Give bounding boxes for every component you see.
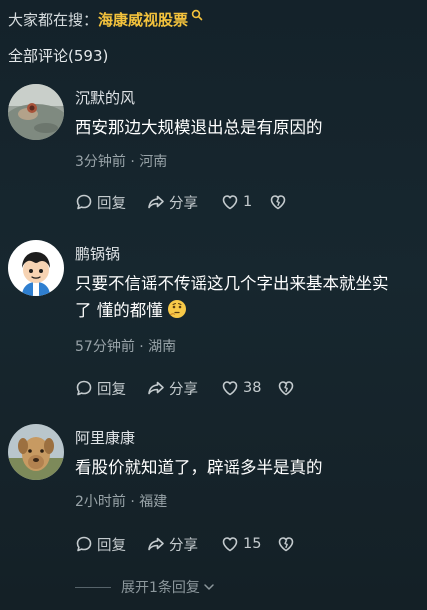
share-label: 分享 bbox=[169, 195, 198, 212]
comment-text-line-with-emoji: 了 懂的都懂 bbox=[75, 297, 413, 324]
reply-label: 回复 bbox=[97, 195, 126, 212]
heart-icon bbox=[222, 195, 238, 210]
comment-count: 全部评论(593) bbox=[8, 47, 109, 65]
share-label: 分享 bbox=[169, 381, 198, 398]
comment-meta: 3分钟前 · 河南 bbox=[75, 154, 168, 170]
comment-meta: 2小时前 · 福建 bbox=[75, 494, 168, 510]
share-arrow-icon bbox=[148, 381, 164, 395]
dislike-button[interactable] bbox=[277, 379, 295, 397]
reply-label: 回复 bbox=[97, 537, 126, 554]
broken-heart-icon bbox=[278, 381, 294, 396]
chevron-down-icon bbox=[204, 584, 214, 590]
avatar[interactable] bbox=[8, 84, 64, 140]
reply-button[interactable]: 回复 bbox=[75, 378, 147, 399]
comment-text: 西安那边大规模退出总是有原因的 bbox=[75, 118, 323, 137]
share-label: 分享 bbox=[169, 537, 198, 554]
search-icon bbox=[191, 9, 203, 21]
avatar[interactable] bbox=[8, 424, 64, 480]
like-count: 1 bbox=[243, 194, 253, 210]
share-button[interactable]: 分享 bbox=[147, 192, 221, 213]
search-suggestion[interactable]: 大家都在搜： 海康威视股票 bbox=[8, 8, 203, 30]
expand-replies-label: 展开1条回复 bbox=[121, 580, 200, 596]
chat-bubble-icon bbox=[76, 380, 92, 396]
like-button[interactable]: 15 bbox=[221, 535, 277, 553]
comment-meta: 57分钟前 · 湖南 bbox=[75, 339, 177, 355]
chat-bubble-icon bbox=[76, 536, 92, 552]
heart-icon bbox=[222, 537, 238, 552]
expand-replies-button[interactable]: 展开1条回复 bbox=[75, 577, 215, 597]
like-count: 38 bbox=[243, 380, 262, 396]
broken-heart-icon bbox=[270, 195, 286, 210]
dislike-button[interactable] bbox=[277, 535, 295, 553]
reply-label: 回复 bbox=[97, 381, 126, 398]
share-button[interactable]: 分享 bbox=[147, 378, 221, 399]
dislike-button[interactable] bbox=[269, 193, 287, 211]
comment-text: 只要不信谣不传谣这几个字出来基本就坐实 了 懂的都懂 bbox=[75, 270, 413, 324]
share-arrow-icon bbox=[148, 537, 164, 551]
comment-text: 看股价就知道了，辟谣多半是真的 bbox=[75, 458, 323, 477]
chat-bubble-icon bbox=[76, 194, 92, 210]
comment-actions: 回复 分享 38 bbox=[75, 378, 295, 398]
comment-author[interactable]: 鹏锅锅 bbox=[75, 243, 120, 264]
comment-text-line: 了 懂的都懂 bbox=[75, 301, 163, 320]
heart-icon bbox=[222, 381, 238, 396]
avatar[interactable] bbox=[8, 240, 64, 296]
reply-button[interactable]: 回复 bbox=[75, 192, 147, 213]
share-button[interactable]: 分享 bbox=[147, 534, 221, 555]
share-arrow-icon bbox=[148, 195, 164, 209]
comment-actions: 回复 分享 1 bbox=[75, 192, 287, 212]
nature-photo-avatar bbox=[8, 84, 64, 140]
reply-button[interactable]: 回复 bbox=[75, 534, 147, 555]
comment-author[interactable]: 沉默的风 bbox=[75, 87, 135, 108]
comment-author[interactable]: 阿里康康 bbox=[75, 427, 135, 448]
like-button[interactable]: 1 bbox=[221, 193, 269, 211]
thinking-emoji-icon bbox=[167, 300, 186, 318]
search-prefix: 大家都在搜： bbox=[8, 10, 99, 29]
divider-line bbox=[75, 586, 111, 588]
search-term-link[interactable]: 海康威视股票 bbox=[98, 9, 188, 30]
comment-text-line: 只要不信谣不传谣这几个字出来基本就坐实 bbox=[75, 274, 389, 293]
like-count: 15 bbox=[243, 536, 262, 552]
like-button[interactable]: 38 bbox=[221, 379, 277, 397]
comments-page: { "search": { "prefix": "大家都在搜：", "term"… bbox=[0, 0, 427, 610]
cartoon-boy-avatar bbox=[8, 240, 64, 296]
comment-actions: 回复 分享 15 bbox=[75, 534, 295, 554]
broken-heart-icon bbox=[278, 537, 294, 552]
dog-photo-avatar bbox=[8, 424, 64, 480]
